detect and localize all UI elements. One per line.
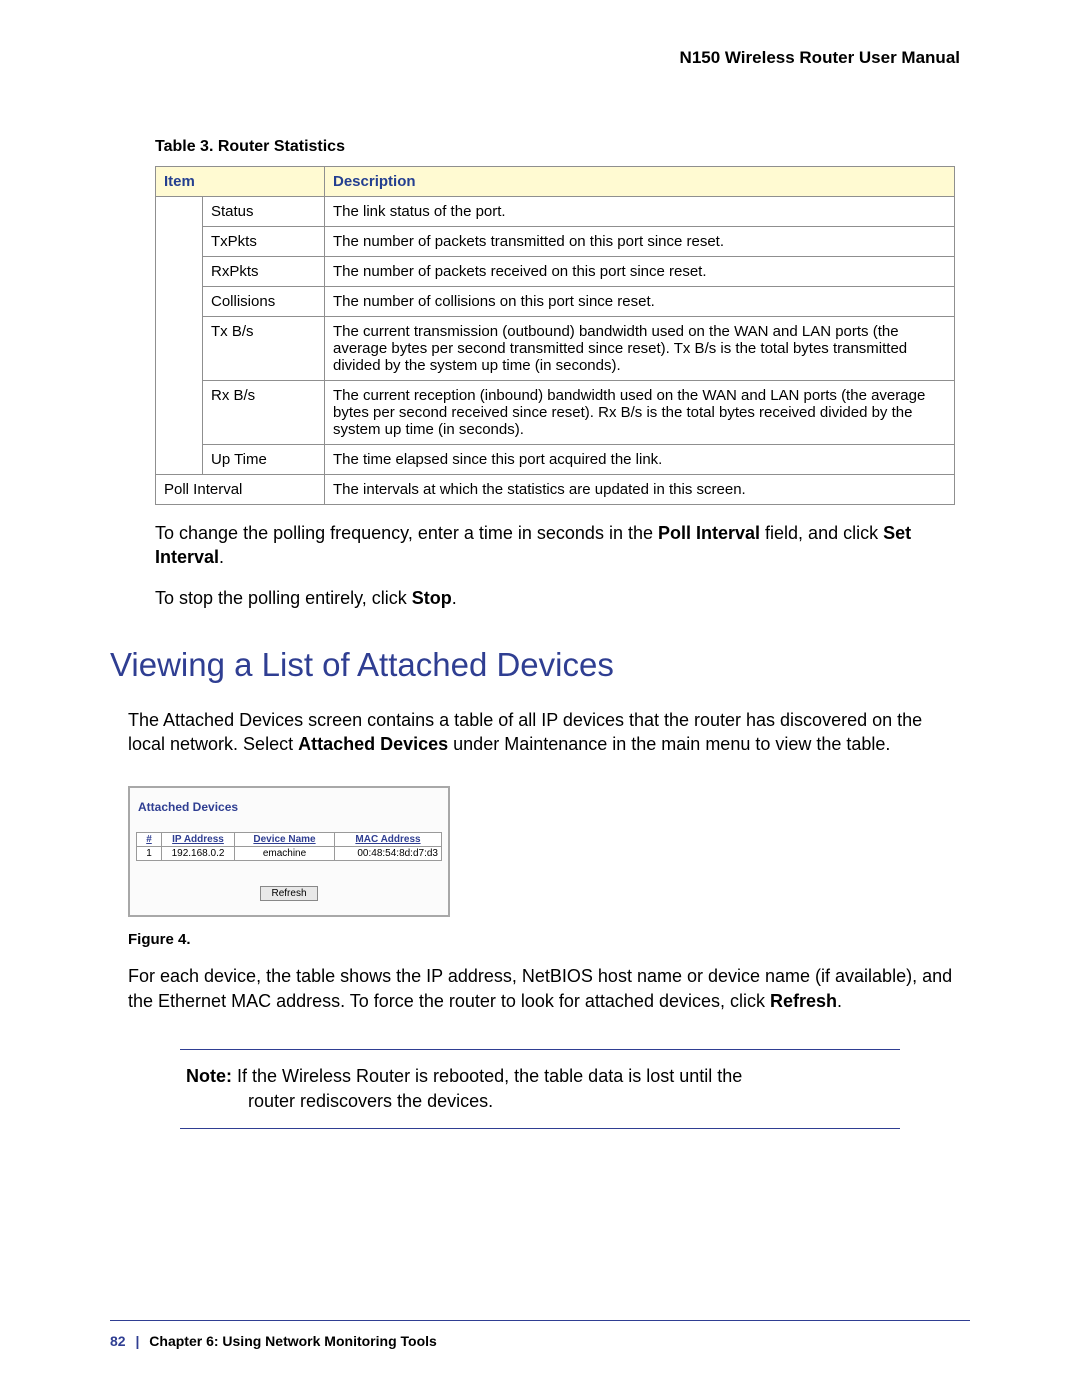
col-item-header: Item	[156, 167, 325, 197]
stat-item: Poll Interval	[156, 475, 325, 505]
table-row: Poll Interval The intervals at which the…	[156, 475, 955, 505]
table-row: Rx B/s The current reception (inbound) b…	[156, 381, 955, 445]
device-name-cell: emachine	[235, 847, 335, 861]
paragraph: To change the polling frequency, enter a…	[155, 521, 960, 570]
stat-item: RxPkts	[203, 257, 325, 287]
table-row: RxPkts The number of packets received on…	[156, 257, 955, 287]
col-mac-header: MAC Address	[335, 833, 442, 847]
note-text: If the Wireless Router is rebooted, the …	[232, 1066, 742, 1086]
stat-desc: The number of packets received on this p…	[325, 257, 955, 287]
text: under Maintenance in the main menu to vi…	[448, 734, 890, 754]
stat-item: Collisions	[203, 287, 325, 317]
router-statistics-table: Item Description Status The link status …	[155, 166, 955, 505]
attached-devices-table: # IP Address Device Name MAC Address 1 1…	[136, 832, 442, 861]
text: .	[837, 991, 842, 1011]
stat-item: Tx B/s	[203, 317, 325, 381]
stat-item: Status	[203, 197, 325, 227]
col-desc-header: Description	[325, 167, 955, 197]
stat-desc: The link status of the port.	[325, 197, 955, 227]
text: To stop the polling entirely, click	[155, 588, 412, 608]
page-footer: 82 | Chapter 6: Using Network Monitoring…	[110, 1320, 970, 1349]
table-row: Status The link status of the port.	[156, 197, 955, 227]
paragraph: To stop the polling entirely, click Stop…	[155, 586, 960, 610]
paragraph: For each device, the table shows the IP …	[128, 964, 960, 1013]
text: .	[452, 588, 457, 608]
text: field, and click	[760, 523, 883, 543]
indent-cell	[156, 197, 203, 475]
stat-item: Rx B/s	[203, 381, 325, 445]
table-caption: Table 3. Router Statistics	[155, 138, 970, 156]
col-ip-header: IP Address	[162, 833, 235, 847]
text-bold: Poll Interval	[658, 523, 760, 543]
footer-separator: |	[135, 1333, 139, 1349]
stat-item: Up Time	[203, 445, 325, 475]
device-ip: 192.168.0.2	[162, 847, 235, 861]
document-header: N150 Wireless Router User Manual	[110, 48, 960, 68]
document-title: N150 Wireless Router User Manual	[680, 48, 960, 67]
figure-caption: Figure 4.	[128, 931, 970, 948]
stat-desc: The intervals at which the statistics ar…	[325, 475, 955, 505]
table-row: TxPkts The number of packets transmitted…	[156, 227, 955, 257]
text-bold: Stop	[412, 588, 452, 608]
text-bold: Attached Devices	[298, 734, 448, 754]
attached-devices-screenshot: Attached Devices # IP Address Device Nam…	[128, 786, 450, 917]
stat-desc: The current reception (inbound) bandwidt…	[325, 381, 955, 445]
stat-desc: The time elapsed since this port acquire…	[325, 445, 955, 475]
note-box: Note: If the Wireless Router is rebooted…	[180, 1049, 900, 1129]
device-num: 1	[137, 847, 162, 861]
table-row: 1 192.168.0.2 emachine 00:48:54:8d:d7:d3	[137, 847, 442, 861]
refresh-button[interactable]: Refresh	[260, 886, 317, 901]
text: .	[219, 547, 224, 567]
text: To change the polling frequency, enter a…	[155, 523, 658, 543]
col-num-header: #	[137, 833, 162, 847]
section-heading: Viewing a List of Attached Devices	[110, 646, 970, 684]
note-text: router rediscovers the devices.	[248, 1089, 894, 1114]
table-row: Collisions The number of collisions on t…	[156, 287, 955, 317]
table-header-row: Item Description	[156, 167, 955, 197]
note-label: Note:	[186, 1066, 232, 1086]
paragraph: The Attached Devices screen contains a t…	[128, 708, 960, 757]
stat-desc: The number of collisions on this port si…	[325, 287, 955, 317]
stat-item: TxPkts	[203, 227, 325, 257]
table-row: Tx B/s The current transmission (outboun…	[156, 317, 955, 381]
col-name-header: Device Name	[235, 833, 335, 847]
stat-desc: The number of packets transmitted on thi…	[325, 227, 955, 257]
stat-desc: The current transmission (outbound) band…	[325, 317, 955, 381]
text-bold: Refresh	[770, 991, 837, 1011]
table-header-row: # IP Address Device Name MAC Address	[137, 833, 442, 847]
chapter-label: Chapter 6: Using Network Monitoring Tool…	[149, 1333, 437, 1349]
attached-devices-title: Attached Devices	[138, 800, 442, 814]
table-row: Up Time The time elapsed since this port…	[156, 445, 955, 475]
device-mac: 00:48:54:8d:d7:d3	[335, 847, 442, 861]
page-number: 82	[110, 1333, 126, 1349]
